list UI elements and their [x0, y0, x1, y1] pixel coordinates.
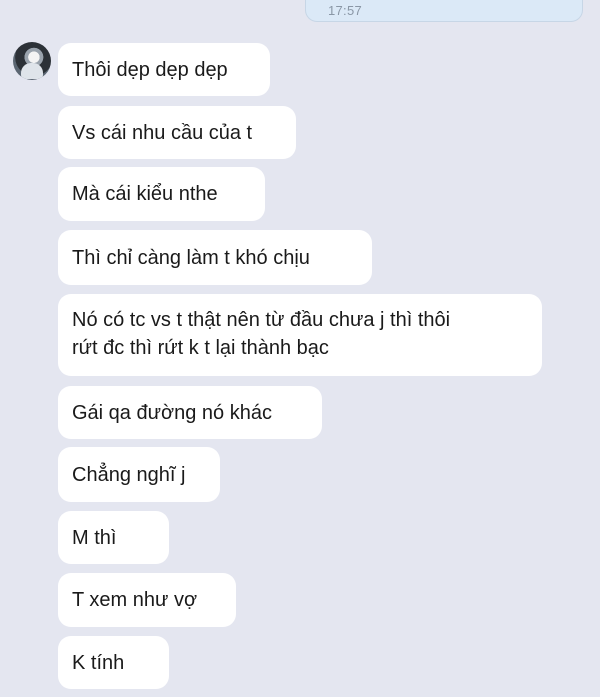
message-bubble[interactable]: Thôi dẹp dẹp dẹp [58, 43, 270, 96]
message-text: Vs cái nhu cầu của t [72, 121, 253, 144]
message-text: Gái qa đường nó khác [72, 401, 272, 424]
message-text: Thôi dẹp dẹp dẹp [72, 58, 228, 81]
message-bubble[interactable]: Gái qa đường nó khác [58, 386, 322, 439]
message-text-line: rứt đc thì rứt k t lại thành bạc [72, 337, 329, 359]
message-timestamp: 17:57 [328, 3, 363, 18]
message-text: K tính [72, 651, 125, 674]
message-text: T xem như vợ [72, 589, 198, 611]
sent-message-bubble[interactable]: 17:57 [305, 0, 583, 22]
message-bubble[interactable]: Thì chỉ càng làm t khó chịu [58, 230, 372, 285]
message-text: Mà cái kiểu nthe [72, 183, 218, 205]
message-text-line: Nó có tc vs t thật nên từ đầu chưa j thì… [72, 309, 451, 331]
avatar[interactable] [13, 42, 51, 80]
message-text: Thì chỉ càng làm t khó chịu [72, 246, 310, 269]
message-text: M thì [72, 526, 117, 549]
message-bubble[interactable]: K tính [58, 636, 169, 689]
message-bubble[interactable]: Chẳng nghĩ j [58, 447, 220, 502]
message-bubble[interactable]: Nó có tc vs t thật nên từ đầu chưa j thì… [58, 294, 542, 376]
message-bubble[interactable]: Vs cái nhu cầu của t [58, 106, 296, 159]
message-text: Chẳng nghĩ j [72, 463, 186, 486]
message-bubble[interactable]: T xem như vợ [58, 573, 236, 627]
message-bubble[interactable]: M thì [58, 511, 169, 564]
message-bubble[interactable]: Mà cái kiểu nthe [58, 167, 265, 221]
